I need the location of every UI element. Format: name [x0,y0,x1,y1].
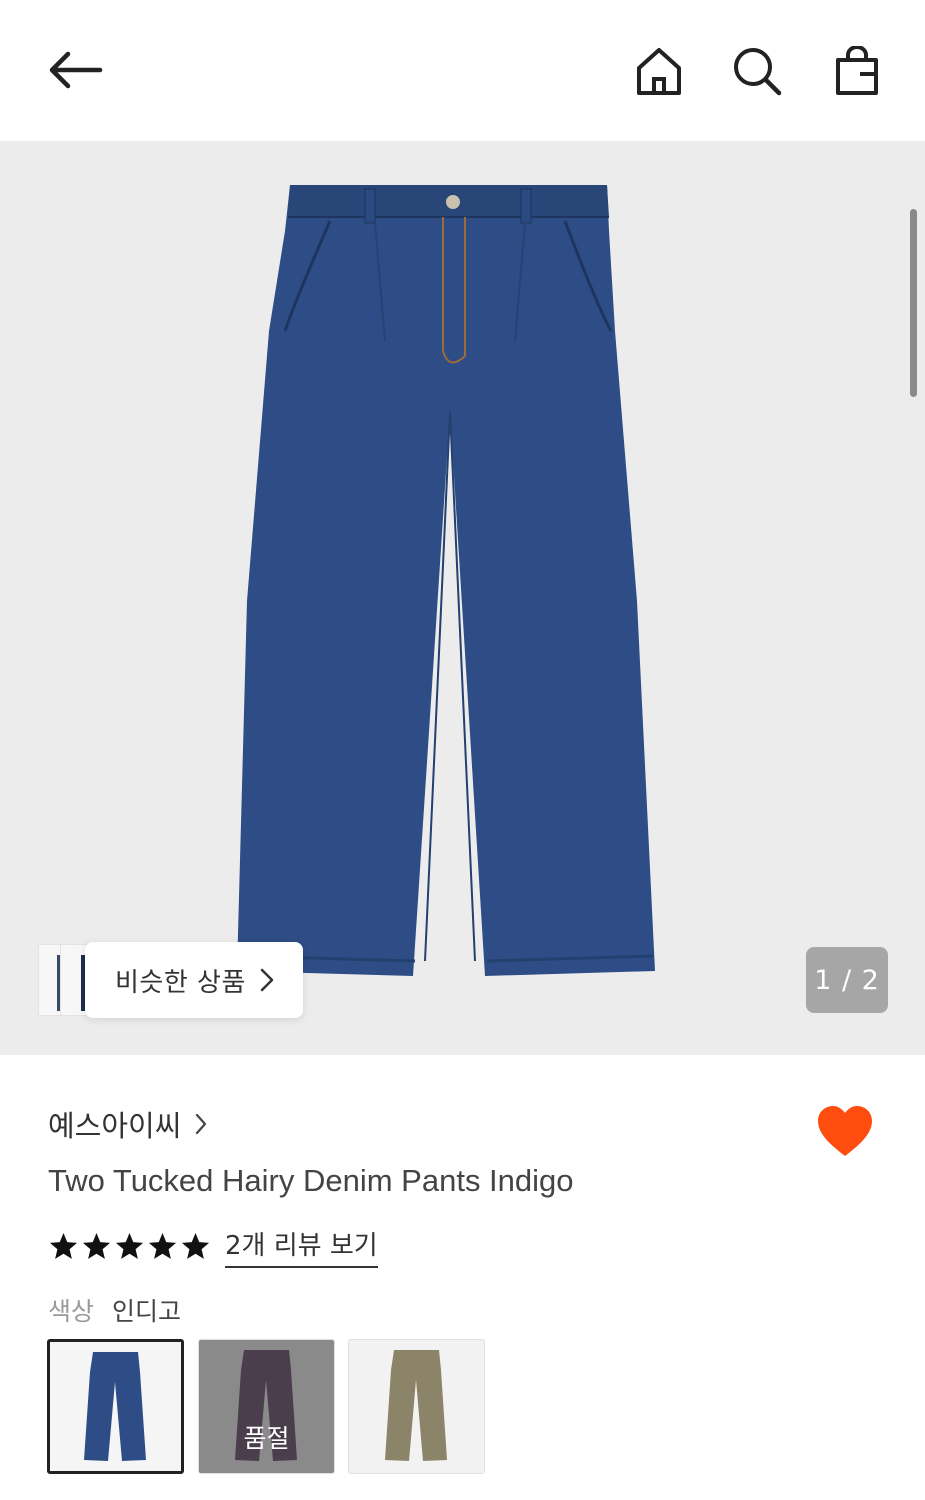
heart-icon [818,1106,872,1156]
similar-products: 비슷한 상품 [38,942,303,1018]
swatch-pants-image [385,1350,447,1461]
color-swatch-charcoal[interactable]: 품절 [198,1339,335,1474]
home-icon [637,48,681,95]
star-icon [49,1232,78,1259]
brand-name: 예스아이씨 [48,1109,182,1143]
image-scrollbar[interactable] [910,209,917,397]
top-bar [0,0,925,141]
color-row: 색상 인디고 [48,1292,181,1328]
star-icon [181,1232,210,1259]
view-reviews-link[interactable]: 2개 리뷰 보기 [225,1225,378,1268]
rating-stars [48,1231,211,1262]
search-icon [734,48,782,96]
chevron-right-icon [196,1113,207,1135]
image-page-indicator: 1 / 2 [806,947,888,1013]
swatch-pants-image [84,1352,146,1461]
shopping-bag-icon [836,46,878,95]
color-swatch-khaki[interactable] [348,1339,485,1474]
cart-button[interactable] [828,42,886,100]
wishlist-button[interactable] [816,1103,874,1161]
rating-row: 2개 리뷰 보기 [48,1225,378,1268]
product-title: Two Tucked Hairy Denim Pants Indigo [48,1163,574,1198]
product-image-gallery[interactable]: 비슷한 상품 1 / 2 [0,141,925,1055]
back-button[interactable] [40,40,110,100]
sold-out-label: 품절 [243,1424,290,1453]
product-info: 예스아이씨 Two Tucked Hairy Denim Pants Indig… [0,1055,925,1500]
star-icon [82,1232,111,1259]
product-image [237,185,655,976]
home-button[interactable] [630,42,688,100]
color-swatch-indigo[interactable] [47,1339,184,1474]
star-icon [115,1232,144,1259]
similar-products-label: 비슷한 상품 [115,967,246,998]
selected-color-name: 인디고 [112,1297,182,1326]
color-label: 색상 [48,1297,95,1326]
search-button[interactable] [728,42,786,100]
chevron-right-icon [260,968,274,992]
brand-link[interactable]: 예스아이씨 [48,1103,207,1145]
back-arrow-icon [49,51,103,89]
similar-products-button[interactable]: 비슷한 상품 [85,942,303,1018]
star-icon [148,1232,177,1259]
